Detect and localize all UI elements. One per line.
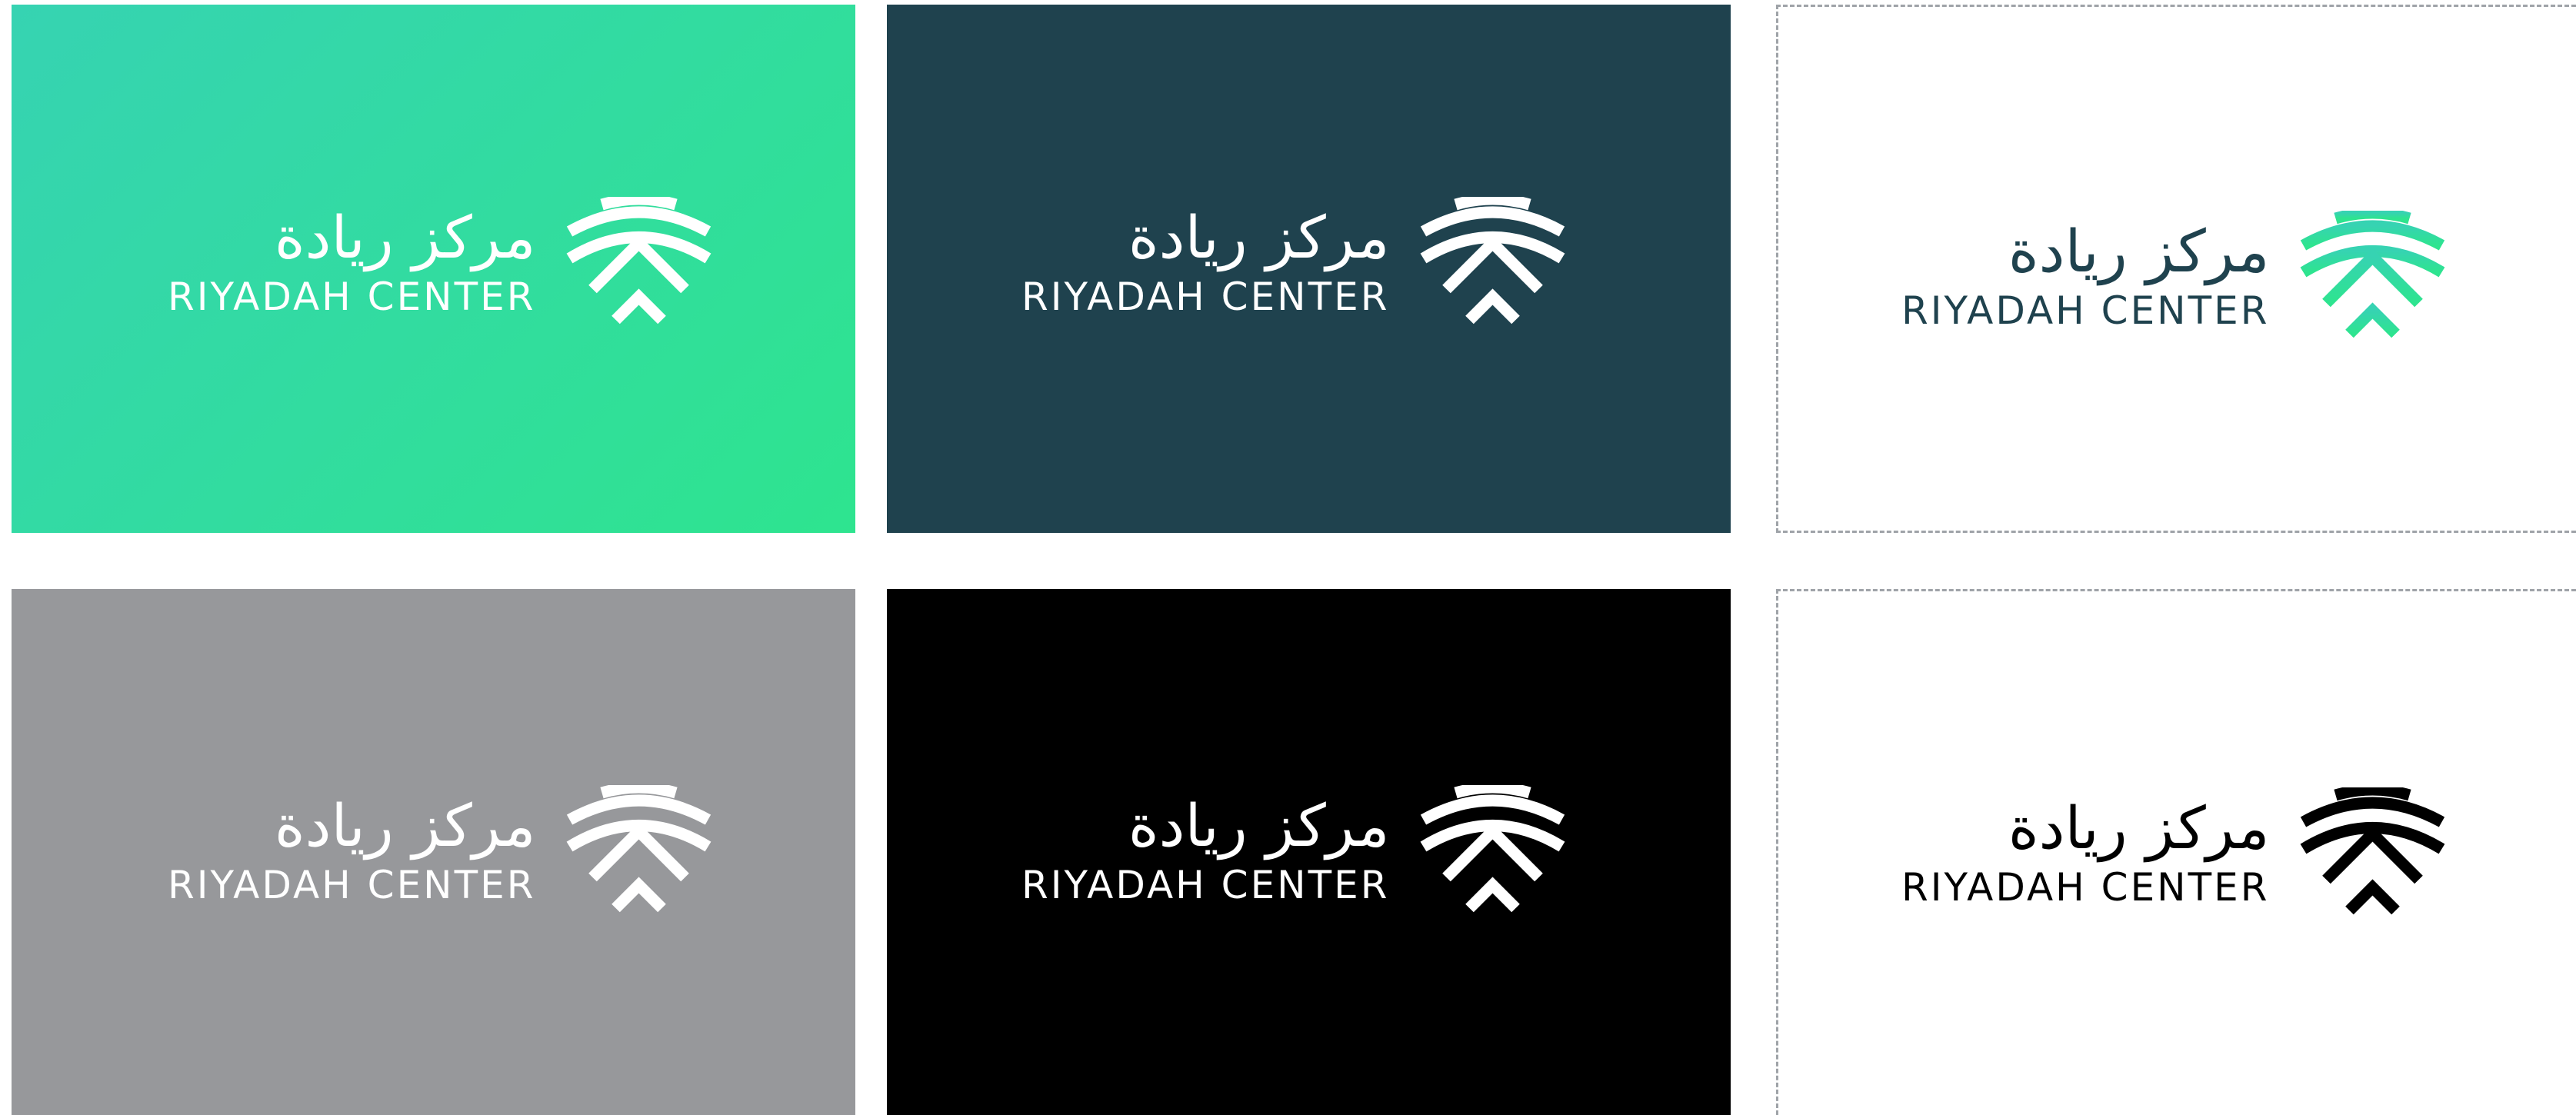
logo-panel-gray: مركز ريادة RIYADAH CENTER	[12, 589, 855, 1115]
riyadah-mark-icon	[2301, 211, 2445, 338]
arabic-name: مركز ريادة	[1128, 791, 1390, 860]
english-name: RIYADAH CENTER	[168, 275, 536, 319]
logo-lockup: مركز ريادة RIYADAH CENTER	[1021, 785, 1571, 916]
riyadah-mark-icon	[567, 785, 711, 913]
logo-panel-dark-teal: مركز ريادة RIYADAH CENTER	[887, 5, 1731, 533]
riyadah-mark-icon	[1421, 197, 1565, 325]
logo-lockup: مركز ريادة RIYADAH CENTER	[168, 785, 718, 916]
arabic-name: مركز ريادة	[1128, 203, 1390, 271]
logo-panel-gradient-green: مركز ريادة RIYADAH CENTER	[12, 5, 855, 533]
logo-panel-black: مركز ريادة RIYADAH CENTER	[887, 589, 1731, 1115]
logo-text: مركز ريادة RIYADAH CENTER	[1021, 203, 1390, 319]
riyadah-mark-icon	[2301, 787, 2445, 915]
logo-text: مركز ريادة RIYADAH CENTER	[1901, 217, 2270, 333]
arabic-name: مركز ريادة	[2008, 794, 2270, 862]
english-name: RIYADAH CENTER	[1021, 863, 1390, 907]
logo-panel-white-black: مركز ريادة RIYADAH CENTER	[1776, 589, 2576, 1115]
logo-lockup: مركز ريادة RIYADAH CENTER	[1901, 787, 2451, 918]
english-name: RIYADAH CENTER	[168, 863, 536, 907]
riyadah-mark-icon	[567, 197, 711, 325]
arabic-name: مركز ريادة	[2008, 217, 2270, 285]
logo-lockup: مركز ريادة RIYADAH CENTER	[1021, 197, 1571, 328]
english-name: RIYADAH CENTER	[1021, 275, 1390, 319]
logo-panel-white-color: مركز ريادة RIYADAH CENTER	[1776, 5, 2576, 533]
logo-text: مركز ريادة RIYADAH CENTER	[168, 791, 536, 907]
riyadah-mark-icon	[1421, 785, 1565, 913]
arabic-name: مركز ريادة	[274, 791, 536, 860]
logo-text: مركز ريادة RIYADAH CENTER	[168, 203, 536, 319]
logo-text: مركز ريادة RIYADAH CENTER	[1901, 799, 2269, 907]
arabic-name: مركز ريادة	[274, 203, 536, 271]
logo-lockup: مركز ريادة RIYADAH CENTER	[168, 197, 718, 328]
english-name: RIYADAH CENTER	[1901, 865, 2270, 910]
english-name: RIYADAH CENTER	[1901, 288, 2270, 333]
logo-lockup: مركز ريادة RIYADAH CENTER	[1901, 211, 2451, 341]
logo-text: مركز ريادة RIYADAH CENTER	[1021, 791, 1390, 907]
